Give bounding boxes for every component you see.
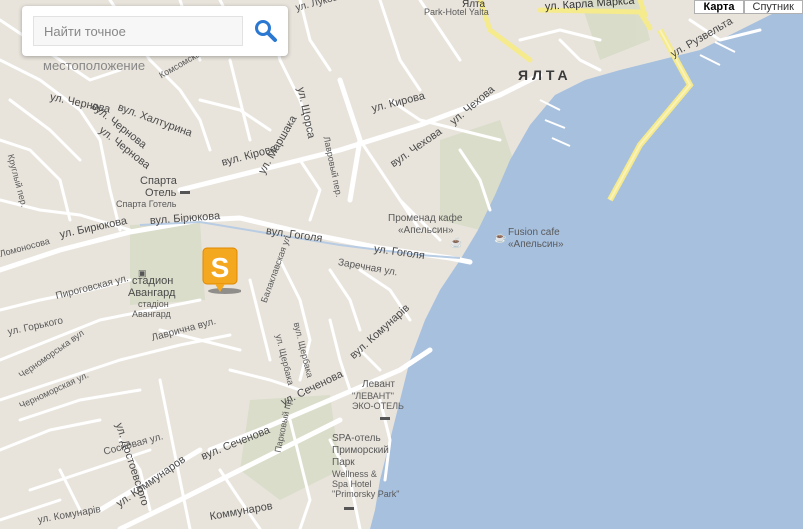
label-promenad-2: «Апельсин» [398,225,454,236]
label-levant-2: "ЛЕВАНТ" [352,391,395,401]
label-sparta-ru2: Отель [145,187,177,199]
label-levant-1: Левант [362,379,395,390]
hotel-icon-spa: ▬ [344,502,354,513]
marker-letter: S [211,252,230,283]
marker-pin-icon: S [202,247,242,294]
label-spa-3: Парк [332,457,355,468]
label-stadion-4: Авангард [132,309,171,319]
label-fusion-2: «Апельсин» [508,239,564,250]
label-sparta-ru: Спарта [140,175,177,187]
label-park-hotel: Park-Hotel Yalta [424,7,489,17]
cafe-icon-2: ☕ [494,233,507,244]
label-spa-6: "Primorsky Park" [332,489,400,499]
label-spa-2: Приморский [332,445,389,456]
search-button[interactable] [253,18,279,44]
location-marker[interactable]: S [201,246,242,296]
label-levant-3: ЭКО-ОТЕЛЬ [352,401,404,411]
search-input[interactable] [33,16,243,46]
label-stadion-1: стадион [132,275,174,287]
label-city-yalta: ЯЛТА [518,67,572,83]
search-panel [22,6,288,56]
label-promenad-1: Променад кафе [388,213,463,224]
label-sparta-ua: Спарта Готель [116,199,177,209]
label-stadion-3: стадіон [138,299,169,309]
map-type-control: Карта Спутник [694,0,803,14]
label-spa-1: SPA-отель [332,433,381,444]
search-placeholder-overflow: местоположение [43,58,146,73]
cafe-icon: ☕ [450,238,463,249]
label-stadion-2: Авангард [128,287,176,299]
hotel-icon-levant: ▬ [380,412,390,423]
label-spa-5: Spa Hotel [332,479,372,489]
map-type-satellite-button[interactable]: Спутник [743,0,803,14]
search-icon [255,20,277,42]
map-type-map-button[interactable]: Карта [694,0,744,14]
label-spa-4: Wellness & [332,469,377,479]
hotel-icon: ▬ [180,186,190,197]
label-fusion-1: Fusion cafe [508,227,560,238]
